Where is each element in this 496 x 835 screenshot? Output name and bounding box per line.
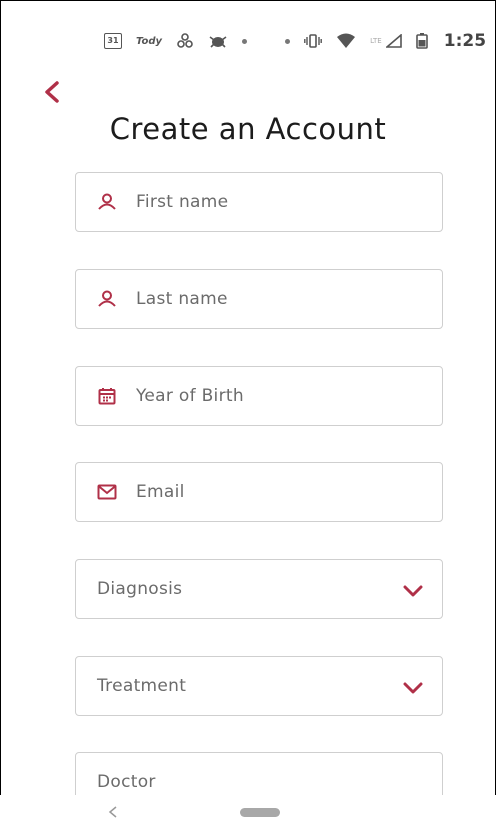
fan-notification-icon	[176, 32, 194, 50]
first-name-placeholder: First name	[136, 192, 229, 212]
email-placeholder: Email	[136, 482, 185, 502]
year-of-birth-field[interactable]: Year of Birth	[75, 366, 443, 426]
vibrate-icon	[304, 34, 322, 48]
battery-icon	[415, 33, 428, 49]
last-name-placeholder: Last name	[136, 289, 228, 309]
treatment-placeholder: Treatment	[97, 676, 187, 696]
chevron-left-icon	[42, 81, 62, 103]
network-type-label: LTE	[370, 37, 382, 45]
diagnosis-select[interactable]: Diagnosis	[75, 559, 443, 619]
wifi-icon	[336, 33, 356, 49]
notification-dot-icon	[242, 38, 248, 44]
status-time: 1:25	[443, 31, 487, 51]
calendar-icon	[96, 385, 118, 407]
diagnosis-placeholder: Diagnosis	[97, 579, 183, 599]
bug-notification-icon	[208, 33, 228, 49]
back-button[interactable]	[38, 78, 66, 106]
calendar-notification-icon: 31	[104, 33, 122, 49]
person-icon	[96, 288, 118, 310]
nav-home-pill[interactable]	[240, 808, 280, 817]
system-nav-bar	[0, 795, 496, 835]
chevron-down-icon	[402, 580, 424, 602]
mail-icon	[96, 481, 118, 503]
nav-back-button[interactable]	[106, 805, 120, 819]
last-name-field[interactable]: Last name	[75, 269, 443, 329]
app-notification-icon: Tody	[136, 35, 163, 47]
treatment-select[interactable]: Treatment	[75, 656, 443, 716]
page-title: Create an Account	[109, 112, 387, 146]
status-bar: 31 Tody LTE 1:25	[104, 26, 496, 56]
year-of-birth-placeholder: Year of Birth	[136, 386, 244, 406]
doctor-placeholder: Doctor	[97, 772, 156, 792]
signal-icon	[385, 34, 402, 48]
chevron-down-icon	[402, 677, 424, 699]
person-icon	[96, 191, 118, 213]
email-field[interactable]: Email	[75, 462, 443, 522]
first-name-field[interactable]: First name	[75, 172, 443, 232]
notification-dot-icon	[285, 38, 291, 44]
